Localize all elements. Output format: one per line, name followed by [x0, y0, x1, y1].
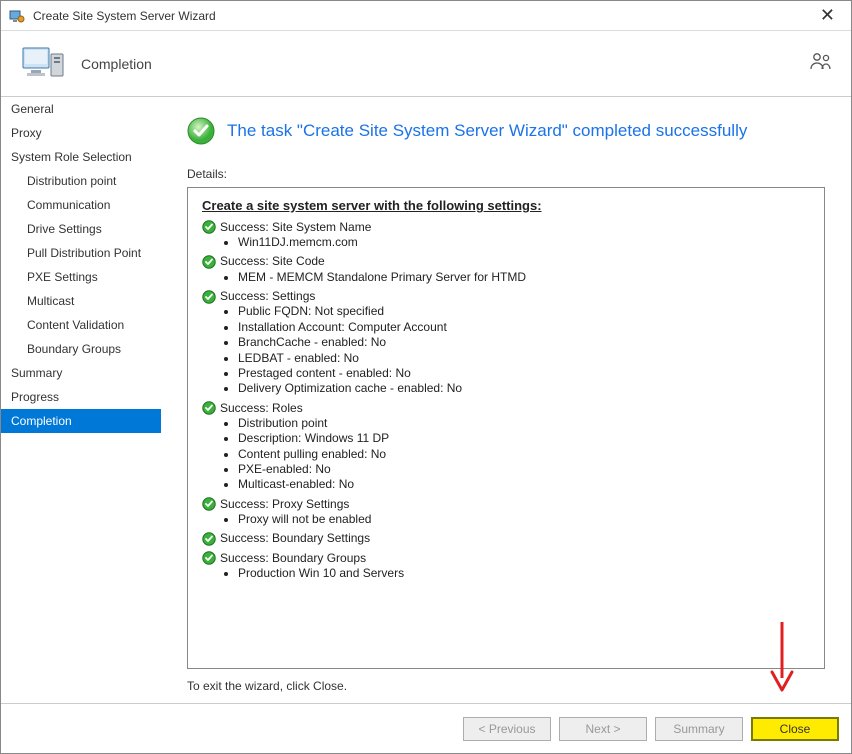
detail-group: Success: SettingsPublic FQDN: Not specif… — [202, 289, 810, 397]
wizard-header: Completion — [1, 31, 851, 96]
success-title: Success: Settings — [220, 289, 315, 304]
detail-item: Prestaged content - enabled: No — [238, 366, 810, 381]
detail-list: Proxy will not be enabled — [238, 512, 810, 527]
close-button[interactable]: Close — [751, 717, 839, 741]
previous-button: < Previous — [463, 717, 551, 741]
exit-instruction: To exit the wizard, click Close. — [187, 679, 825, 693]
nav-item[interactable]: Boundary Groups — [1, 337, 161, 361]
detail-item: Installation Account: Computer Account — [238, 320, 810, 335]
success-line: Success: Site System Name — [202, 220, 810, 235]
detail-item: Multicast-enabled: No — [238, 477, 810, 492]
success-line: Success: Boundary Settings — [202, 531, 810, 546]
detail-group: Success: Boundary GroupsProduction Win 1… — [202, 551, 810, 582]
detail-list: Win11DJ.memcm.com — [238, 235, 810, 250]
nav-item[interactable]: Communication — [1, 193, 161, 217]
wizard-nav: GeneralProxySystem Role SelectionDistrib… — [1, 97, 161, 703]
detail-list: Distribution pointDescription: Windows 1… — [238, 416, 810, 493]
success-line: Success: Settings — [202, 289, 810, 304]
detail-list: Public FQDN: Not specifiedInstallation A… — [238, 304, 810, 396]
nav-item[interactable]: PXE Settings — [1, 265, 161, 289]
titlebar: Create Site System Server Wizard ✕ — [1, 1, 851, 31]
nav-item[interactable]: Proxy — [1, 121, 161, 145]
nav-item[interactable]: Drive Settings — [1, 217, 161, 241]
detail-group: Success: Site CodeMEM - MEMCM Standalone… — [202, 254, 810, 285]
details-box: Create a site system server with the fol… — [187, 187, 825, 669]
success-line: Success: Boundary Groups — [202, 551, 810, 566]
next-button: Next > — [559, 717, 647, 741]
success-icon — [187, 117, 215, 145]
nav-item[interactable]: Multicast — [1, 289, 161, 313]
detail-item: PXE-enabled: No — [238, 462, 810, 477]
detail-group: Success: Site System NameWin11DJ.memcm.c… — [202, 220, 810, 251]
detail-group: Success: Proxy SettingsProxy will not be… — [202, 497, 810, 528]
details-label: Details: — [187, 167, 825, 181]
detail-item: LEDBAT - enabled: No — [238, 351, 810, 366]
summary-button: Summary — [655, 717, 743, 741]
nav-item[interactable]: Progress — [1, 385, 161, 409]
detail-item: Content pulling enabled: No — [238, 447, 810, 462]
nav-item[interactable]: General — [1, 97, 161, 121]
success-title: Success: Boundary Settings — [220, 531, 370, 546]
detail-item: BranchCache - enabled: No — [238, 335, 810, 350]
close-window-button[interactable]: ✕ — [812, 5, 843, 26]
detail-item: Distribution point — [238, 416, 810, 431]
success-line: Success: Roles — [202, 401, 810, 416]
detail-item: Public FQDN: Not specified — [238, 304, 810, 319]
detail-item: MEM - MEMCM Standalone Primary Server fo… — [238, 270, 810, 285]
success-title: Success: Roles — [220, 401, 303, 416]
nav-item[interactable]: Distribution point — [1, 169, 161, 193]
nav-item[interactable]: Content Validation — [1, 313, 161, 337]
success-line: Success: Site Code — [202, 254, 810, 269]
nav-item[interactable]: Completion — [1, 409, 161, 433]
success-line: Success: Proxy Settings — [202, 497, 810, 512]
success-title: Success: Site System Name — [220, 220, 371, 235]
app-icon — [9, 8, 25, 24]
success-title: Success: Proxy Settings — [220, 497, 349, 512]
button-bar: < Previous Next > Summary Close — [1, 703, 851, 753]
detail-list: MEM - MEMCM Standalone Primary Server fo… — [238, 270, 810, 285]
detail-list: Production Win 10 and Servers — [238, 566, 810, 581]
detail-group: Success: RolesDistribution pointDescript… — [202, 401, 810, 493]
detail-item: Delivery Optimization cache - enabled: N… — [238, 381, 810, 396]
detail-item: Proxy will not be enabled — [238, 512, 810, 527]
detail-group: Success: Boundary Settings — [202, 531, 810, 546]
nav-item[interactable]: System Role Selection — [1, 145, 161, 169]
detail-item: Win11DJ.memcm.com — [238, 235, 810, 250]
completion-title: The task "Create Site System Server Wiza… — [227, 121, 747, 141]
detail-item: Description: Windows 11 DP — [238, 431, 810, 446]
window-title: Create Site System Server Wizard — [33, 9, 812, 23]
wizard-step-title: Completion — [81, 56, 152, 72]
success-title: Success: Boundary Groups — [220, 551, 366, 566]
content-area: The task "Create Site System Server Wiza… — [161, 97, 851, 703]
success-title: Success: Site Code — [220, 254, 325, 269]
nav-item[interactable]: Pull Distribution Point — [1, 241, 161, 265]
detail-item: Production Win 10 and Servers — [238, 566, 810, 581]
nav-item[interactable]: Summary — [1, 361, 161, 385]
wizard-header-icon — [21, 44, 61, 84]
details-heading: Create a site system server with the fol… — [202, 198, 810, 215]
people-icon[interactable] — [809, 51, 833, 71]
